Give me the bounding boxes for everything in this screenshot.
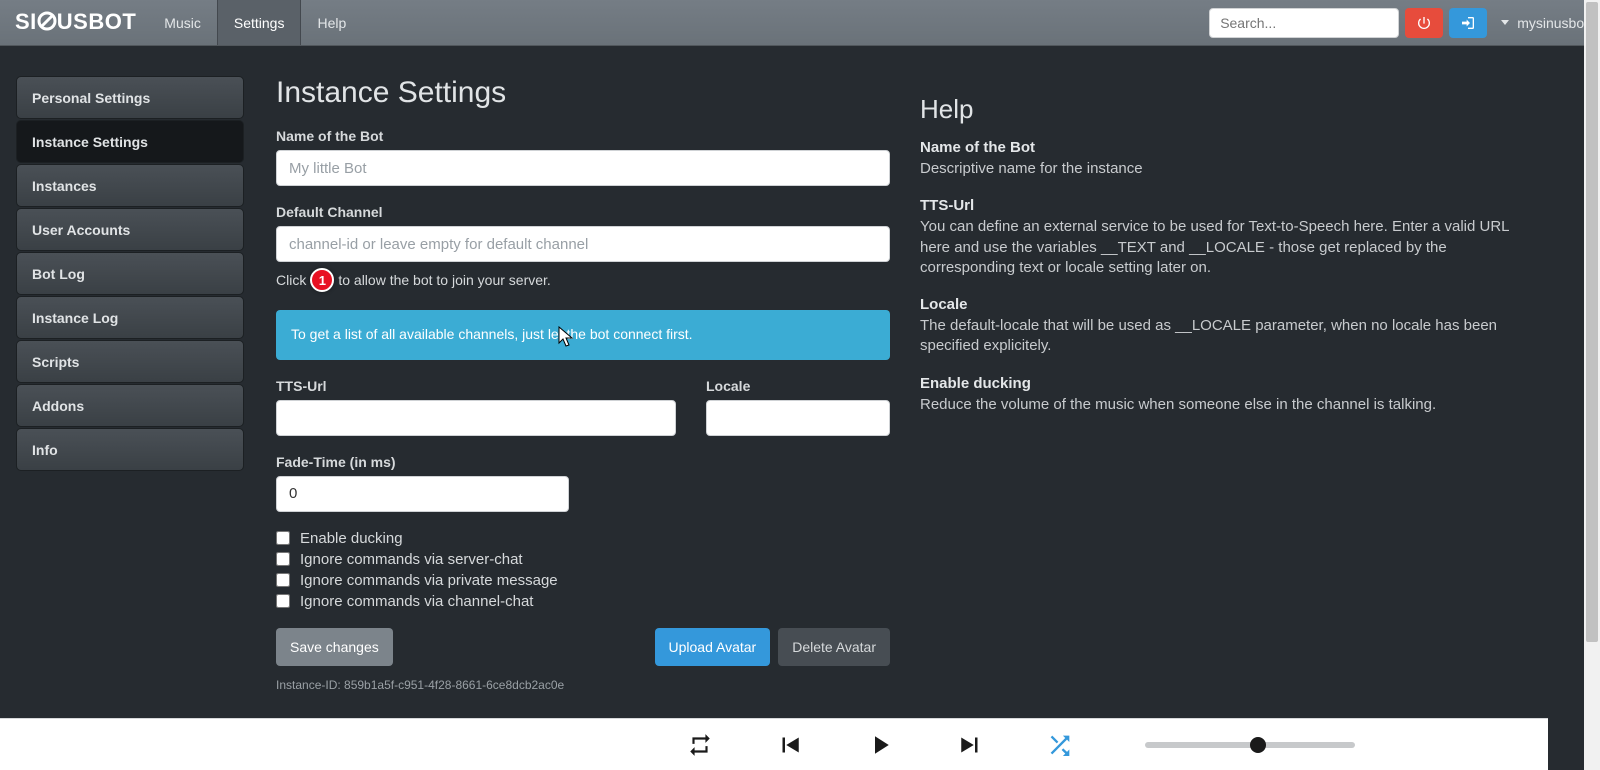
brand-logo: SI USBOT <box>12 9 148 37</box>
check-ignore-server-chat[interactable]: Ignore commands via server-chat <box>276 551 890 568</box>
skip-next-icon <box>955 730 985 760</box>
check-ignore-private-msg[interactable]: Ignore commands via private message <box>276 572 890 589</box>
help-item-title: Enable ducking <box>920 375 1538 392</box>
sidebar-item-scripts[interactable]: Scripts <box>16 340 244 383</box>
help-item-body: Reduce the volume of the music when some… <box>920 395 1538 415</box>
sidebar-item-user-accounts[interactable]: User Accounts <box>16 208 244 251</box>
fade-time-input[interactable] <box>276 476 569 512</box>
check-ignore-channel-chat[interactable]: Ignore commands via channel-chat <box>276 593 890 610</box>
scrollbar-thumb[interactable] <box>1586 2 1598 642</box>
instance-id: Instance-ID: 859b1a5f-c951-4f28-8661-6ce… <box>276 678 890 692</box>
user-menu[interactable]: mysinusbot <box>1501 15 1588 31</box>
shuffle-button[interactable] <box>1015 731 1105 759</box>
upload-avatar-button[interactable]: Upload Avatar <box>655 628 771 666</box>
delete-avatar-button[interactable]: Delete Avatar <box>778 628 890 666</box>
step-badge: 1 <box>310 268 334 292</box>
tts-url-input[interactable] <box>276 400 676 436</box>
main-content: Instance Settings Name of the Bot Defaul… <box>276 76 890 700</box>
sidebar-item-instance-settings[interactable]: Instance Settings <box>16 120 244 163</box>
page-title: Instance Settings <box>276 76 890 110</box>
play-button[interactable] <box>835 730 925 760</box>
skip-previous-icon <box>775 730 805 760</box>
nav-help[interactable]: Help <box>301 0 362 45</box>
help-title: Help <box>920 94 1538 125</box>
top-bar: SI USBOT Music Settings Help mysinusbot <box>0 0 1600 46</box>
help-panel: Help Name of the Bot Descriptive name for… <box>920 76 1538 700</box>
help-item-title: TTS-Url <box>920 197 1538 214</box>
next-track-button[interactable] <box>925 730 1015 760</box>
help-item-body: Descriptive name for the instance <box>920 159 1538 179</box>
help-item-body: The default-locale that will be used as … <box>920 316 1538 357</box>
nav-music[interactable]: Music <box>148 0 217 45</box>
locale-label: Locale <box>706 378 890 394</box>
sidebar-item-personal-settings[interactable]: Personal Settings <box>16 76 244 119</box>
check-enable-ducking-box[interactable] <box>276 531 290 545</box>
check-enable-ducking[interactable]: Enable ducking <box>276 530 890 547</box>
check-ignore-private-msg-box[interactable] <box>276 573 290 587</box>
save-button[interactable]: Save changes <box>276 628 393 666</box>
check-ignore-channel-chat-box[interactable] <box>276 594 290 608</box>
top-nav: Music Settings Help <box>148 0 362 45</box>
scrollbar-track[interactable] <box>1584 0 1600 770</box>
sidebar-item-instances[interactable]: Instances <box>16 164 244 207</box>
logout-icon <box>1460 15 1476 31</box>
sidebar-item-info[interactable]: Info <box>16 428 244 471</box>
repeat-icon <box>687 732 713 758</box>
power-button[interactable] <box>1405 8 1443 38</box>
search-input[interactable] <box>1209 8 1399 38</box>
sidebar: Personal Settings Instance Settings Inst… <box>16 76 244 700</box>
power-icon <box>1416 15 1432 31</box>
prev-track-button[interactable] <box>745 730 835 760</box>
logout-button[interactable] <box>1449 8 1487 38</box>
sidebar-item-bot-log[interactable]: Bot Log <box>16 252 244 295</box>
default-channel-label: Default Channel <box>276 204 890 220</box>
username: mysinusbot <box>1517 15 1588 31</box>
shuffle-icon <box>1046 731 1074 759</box>
progress-bar[interactable] <box>1145 742 1355 748</box>
bot-name-input[interactable] <box>276 150 890 186</box>
tts-url-label: TTS-Url <box>276 378 676 394</box>
player-bar <box>0 718 1548 770</box>
progress-knob[interactable] <box>1250 737 1266 753</box>
help-item-title: Locale <box>920 296 1538 313</box>
info-alert: To get a list of all available channels,… <box>276 310 890 360</box>
play-icon <box>865 730 895 760</box>
help-item-body: You can define an external service to be… <box>920 217 1538 278</box>
default-channel-input[interactable] <box>276 226 890 262</box>
locale-input[interactable] <box>706 400 890 436</box>
check-ignore-server-chat-box[interactable] <box>276 552 290 566</box>
caret-down-icon <box>1501 20 1509 25</box>
nav-settings[interactable]: Settings <box>217 0 302 45</box>
sidebar-item-instance-log[interactable]: Instance Log <box>16 296 244 339</box>
repeat-button[interactable] <box>655 732 745 758</box>
help-item-title: Name of the Bot <box>920 139 1538 156</box>
join-server-hint: Click 1 to allow the bot to join your se… <box>276 268 890 292</box>
fade-time-label: Fade-Time (in ms) <box>276 454 890 470</box>
sidebar-item-addons[interactable]: Addons <box>16 384 244 427</box>
bot-name-label: Name of the Bot <box>276 128 890 144</box>
